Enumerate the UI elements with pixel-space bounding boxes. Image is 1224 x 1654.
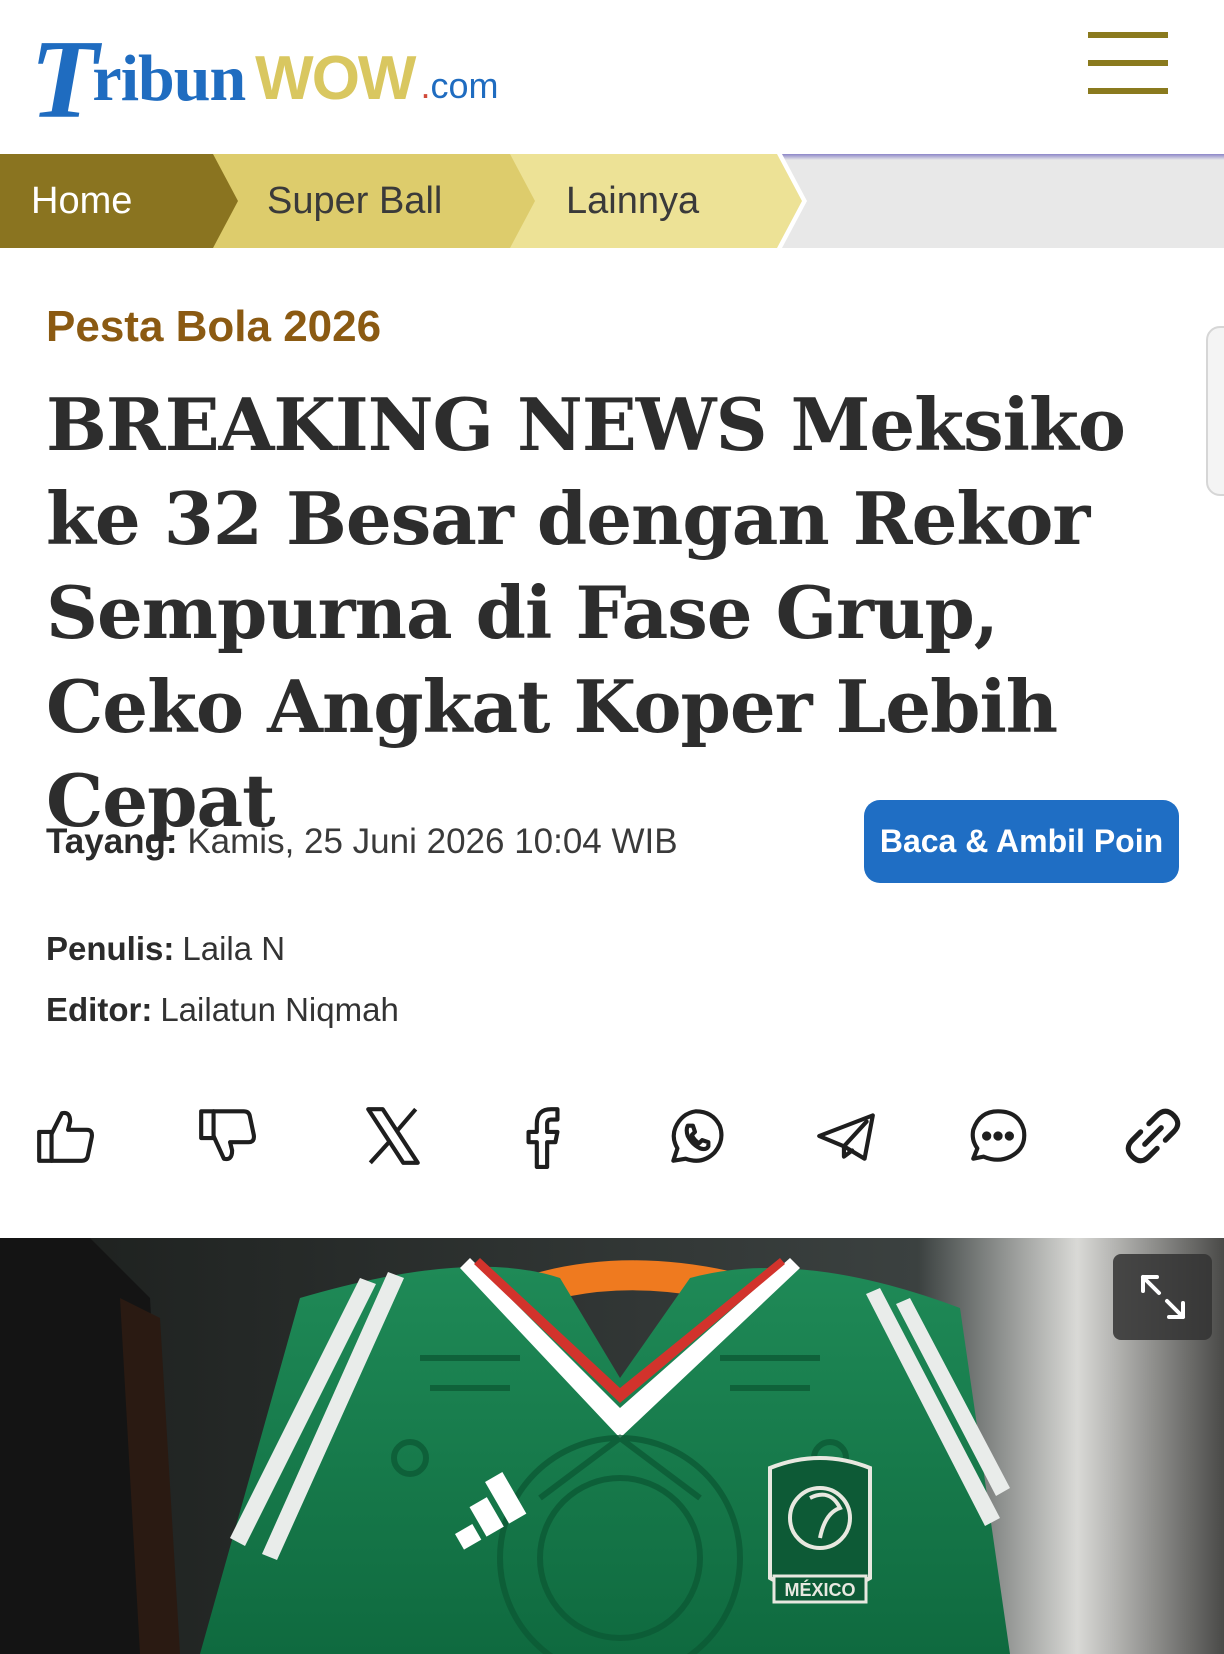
whatsapp-icon[interactable]: [658, 1098, 734, 1174]
mexico-jersey-image: MÉXICO: [0, 1238, 1224, 1654]
read-earn-points-button[interactable]: Baca & Ambil Poin: [864, 800, 1179, 883]
crest-text: MÉXICO: [784, 1579, 855, 1600]
breadcrumb-super-ball[interactable]: Super Ball: [210, 154, 538, 248]
link-icon[interactable]: [1115, 1098, 1191, 1174]
breadcrumb-lainnya[interactable]: Lainnya: [510, 154, 802, 248]
author-name[interactable]: Laila N: [182, 930, 285, 967]
logo-com-text: .com: [420, 66, 498, 106]
publish-date: Tayang: Kamis, 25 Juni 2026 10:04 WIB: [46, 822, 678, 862]
expand-icon[interactable]: [1113, 1254, 1212, 1340]
tribunwow-logo[interactable]: T ribun WOW .com: [30, 18, 498, 142]
logo-wow-text: WOW: [255, 44, 416, 113]
side-drawer-tab[interactable]: [1206, 326, 1224, 496]
editor-row: Editor: Lailatun Niqmah: [46, 991, 399, 1029]
logo-ribun-text: ribun: [92, 42, 246, 115]
x-icon[interactable]: [355, 1098, 431, 1174]
hamburger-bar: [1088, 32, 1168, 38]
facebook-icon[interactable]: [505, 1098, 581, 1174]
editor-name[interactable]: Lailatun Niqmah: [160, 991, 398, 1028]
publish-date-value: Kamis, 25 Juni 2026 10:04 WIB: [187, 822, 678, 861]
breadcrumb-home[interactable]: Home: [0, 154, 238, 248]
logo-t-letter: T: [30, 18, 99, 142]
hamburger-bar: [1088, 88, 1168, 94]
author-label: Penulis:: [46, 930, 175, 967]
article-headline: BREAKING NEWS Meksiko ke 32 Besar dengan…: [46, 382, 1126, 843]
comment-icon[interactable]: [960, 1098, 1036, 1174]
telegram-icon[interactable]: [808, 1098, 884, 1174]
logo-dot: .: [420, 65, 431, 106]
editor-label: Editor:: [46, 991, 153, 1028]
hamburger-bar: [1088, 60, 1168, 66]
thumbs-up-icon[interactable]: [28, 1098, 104, 1174]
site-header: T ribun WOW .com: [0, 0, 1224, 154]
publish-date-label: Tayang:: [46, 822, 178, 861]
hamburger-icon[interactable]: [1088, 32, 1168, 96]
article-kicker[interactable]: Pesta Bola 2026: [46, 302, 381, 352]
thumbs-down-icon[interactable]: [190, 1098, 266, 1174]
breadcrumb: Home Super Ball Lainnya: [0, 154, 1224, 248]
article-photo[interactable]: MÉXICO: [0, 1238, 1224, 1654]
logo-com-label: com: [430, 65, 499, 106]
author-row: Penulis: Laila N: [46, 930, 285, 968]
